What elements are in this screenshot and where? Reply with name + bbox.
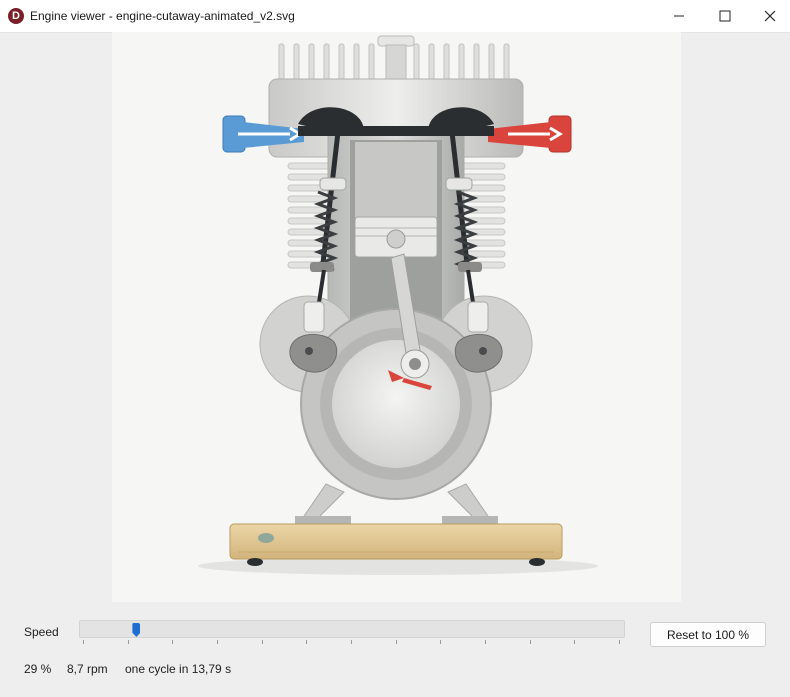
speed-label: Speed — [24, 625, 59, 639]
slider-tick — [619, 640, 620, 644]
speed-slider[interactable] — [79, 620, 625, 638]
reset-speed-button[interactable]: Reset to 100 % — [650, 622, 766, 647]
slider-tick — [306, 640, 308, 644]
rpm-readout: 8,7 rpm — [67, 662, 108, 676]
app-icon: D — [8, 8, 24, 24]
slider-tick — [83, 640, 84, 644]
slider-tick — [172, 640, 174, 644]
slider-tick — [440, 640, 442, 644]
slider-tick — [574, 640, 576, 644]
window-title: Engine viewer - engine-cutaway-animated_… — [30, 9, 295, 23]
cycle-time-readout: one cycle in 13,79 s — [125, 662, 232, 676]
slider-tick — [351, 640, 352, 644]
maximize-button[interactable] — [702, 0, 748, 32]
slider-tick — [529, 640, 531, 644]
slider-tick — [395, 640, 397, 644]
close-icon — [764, 10, 776, 22]
speed-percent: 29 % — [24, 662, 52, 676]
title-bar: D Engine viewer - engine-cutaway-animate… — [0, 0, 790, 33]
slider-tick — [127, 640, 129, 644]
engine-cutaway-diagram — [198, 35, 598, 575]
close-button[interactable] — [747, 0, 790, 32]
slider-tick — [485, 640, 486, 644]
svg-viewer-canvas — [112, 32, 681, 602]
slider-tick — [261, 640, 263, 644]
speed-slider-thumb[interactable] — [132, 623, 141, 637]
speed-slider-ticks — [79, 640, 623, 646]
maximize-icon — [719, 10, 731, 22]
slider-tick — [217, 640, 218, 644]
minimize-icon — [674, 15, 684, 17]
minimize-button[interactable] — [656, 0, 702, 32]
